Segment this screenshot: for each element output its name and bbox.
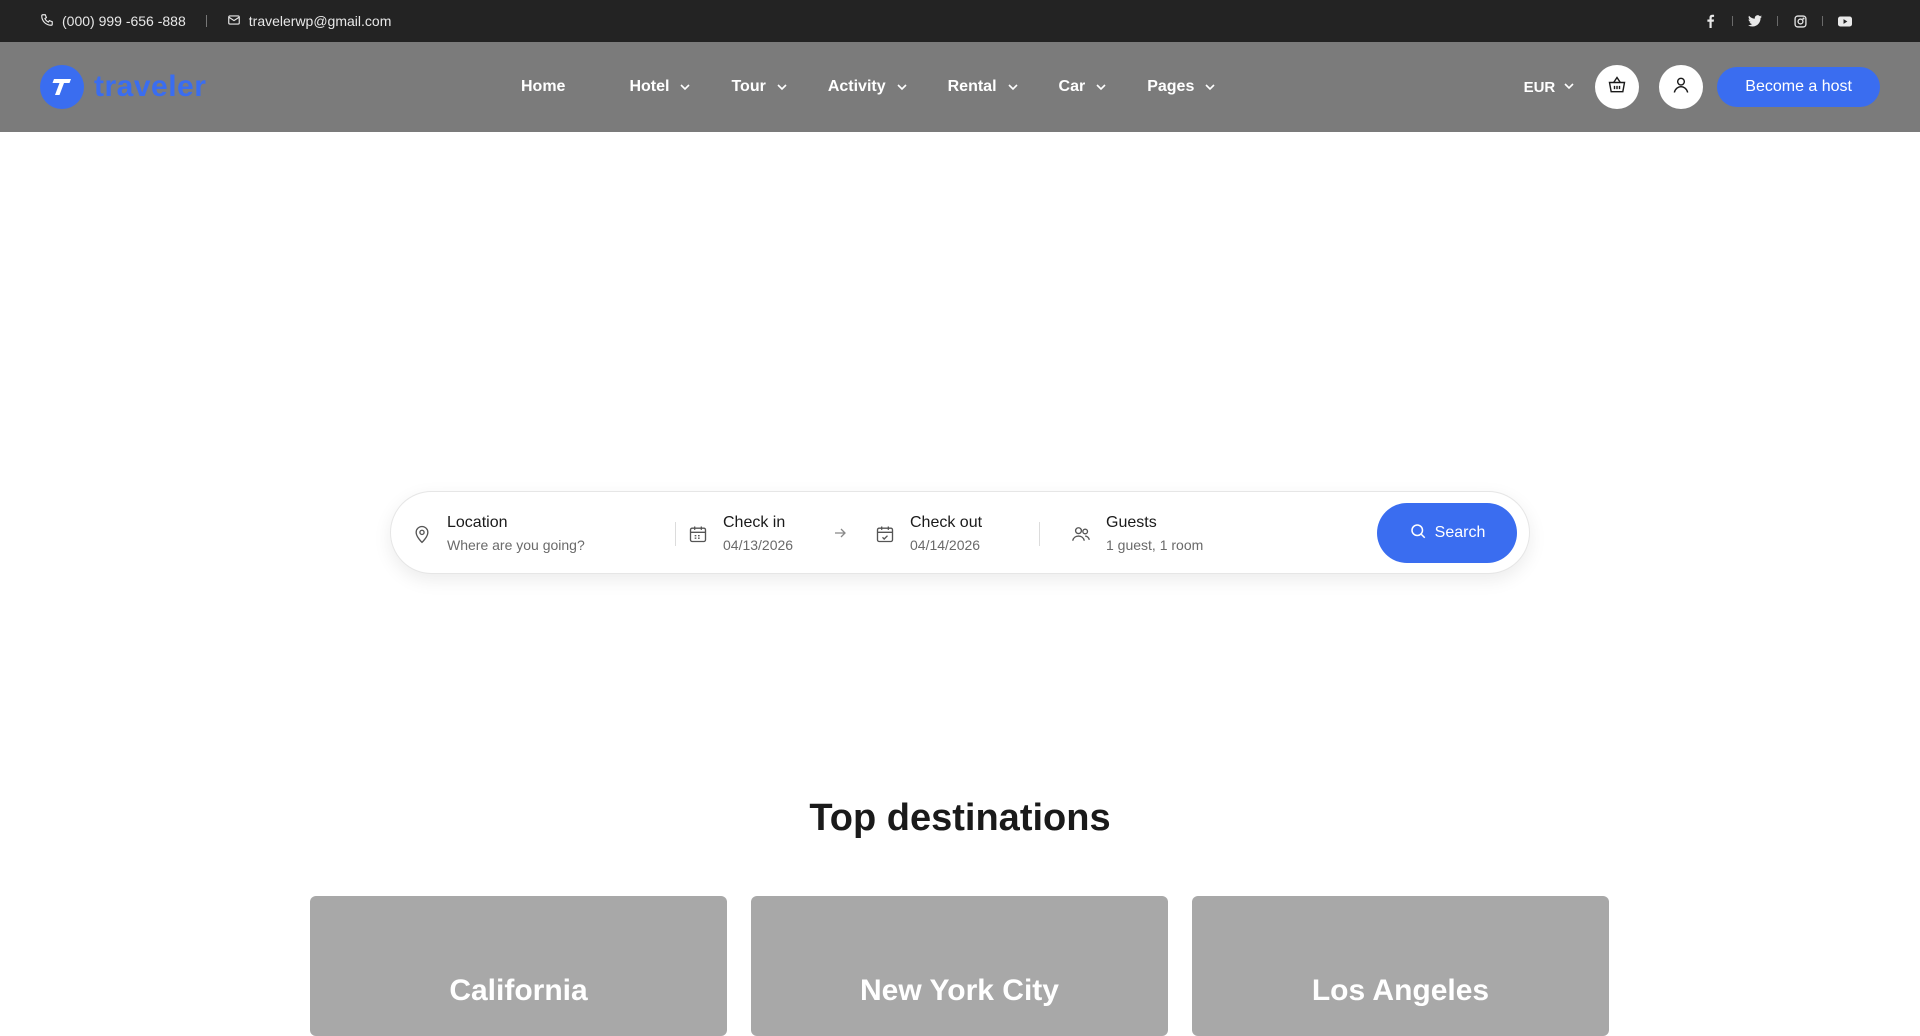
checkin-date: 04/13/2026 — [723, 537, 794, 553]
checkin-field[interactable]: Check in 04/13/2026 — [687, 492, 793, 575]
account-button[interactable] — [1659, 65, 1704, 109]
destination-name: California — [449, 974, 588, 1007]
search-icon — [1409, 522, 1427, 545]
search-bar: Location Where are you going? Check in 0… — [390, 491, 1530, 574]
nav-item-tour[interactable]: Tour — [731, 78, 787, 96]
nav-item-pages[interactable]: Pages — [1147, 78, 1216, 96]
currency-selector[interactable]: EUR — [1524, 79, 1576, 96]
divider — [1777, 16, 1778, 26]
section-title: Top destinations — [809, 797, 1111, 839]
instagram-icon[interactable] — [1793, 14, 1807, 28]
map-pin-icon — [411, 523, 433, 545]
phone-icon — [40, 13, 54, 30]
phone-contact[interactable]: (000) 999 -656 -888 — [40, 13, 186, 30]
calendar-icon — [874, 523, 896, 545]
nav-item-label: Rental — [947, 78, 997, 95]
divider — [1822, 16, 1823, 26]
nav-item-car[interactable]: Car — [1059, 78, 1108, 96]
checkout-date: 04/14/2026 — [910, 537, 981, 553]
destination-card[interactable]: New York City — [751, 896, 1168, 1036]
destination-card[interactable]: Los Angeles — [1192, 896, 1609, 1036]
users-icon — [1070, 523, 1092, 545]
destination-name: New York City — [860, 974, 1059, 1007]
logo-text: traveler — [94, 70, 207, 103]
nav-item-label: Activity — [827, 78, 886, 95]
guests-field[interactable]: Guests 1 guest, 1 room — [1070, 492, 1203, 575]
calendar-icon — [687, 523, 709, 545]
logo-mark — [40, 65, 84, 109]
basket-icon — [1607, 75, 1627, 100]
checkin-text: Check in 04/13/2026 — [723, 514, 793, 553]
chevron-down-icon — [896, 81, 908, 93]
nav-item-label: Car — [1058, 78, 1086, 95]
nav-item-activity[interactable]: Activity — [828, 78, 908, 96]
contact-info: (000) 999 -656 -888 travelerwp@gmail.com — [40, 0, 391, 42]
user-icon — [1671, 75, 1691, 100]
facebook-icon[interactable] — [1703, 14, 1717, 28]
checkin-title: Check in — [723, 514, 786, 531]
location-field[interactable]: Location Where are you going? — [411, 492, 585, 575]
nav-item-label: Hotel — [629, 78, 670, 95]
chevron-down-icon — [1007, 81, 1019, 93]
chevron-down-icon — [1204, 81, 1216, 93]
mail-icon — [227, 13, 241, 30]
checkout-text: Check out 04/14/2026 — [910, 514, 982, 553]
location-text: Location Where are you going? — [447, 514, 585, 553]
chevron-down-icon — [1563, 79, 1575, 96]
currency-label: EUR — [1523, 78, 1556, 96]
divider — [205, 15, 207, 27]
guests-value: 1 guest, 1 room — [1106, 537, 1204, 553]
divider — [1732, 16, 1733, 26]
location-title: Location — [447, 514, 508, 531]
arrow-right-icon — [832, 525, 848, 541]
youtube-icon[interactable] — [1838, 14, 1852, 28]
header-tools: EUR Become a host — [1524, 42, 1880, 132]
location-placeholder: Where are you going? — [447, 537, 585, 553]
nav-item-label: Tour — [731, 78, 766, 95]
top-bar: (000) 999 -656 -888 travelerwp@gmail.com — [0, 0, 1920, 42]
main-nav: Home Hotel Tour Activity Rental Car Page… — [521, 42, 1216, 132]
divider — [1039, 522, 1040, 546]
chevron-down-icon — [1095, 81, 1107, 93]
email-contact[interactable]: travelerwp@gmail.com — [227, 13, 392, 30]
guests-title: Guests — [1106, 514, 1157, 531]
nav-item-hotel[interactable]: Hotel — [629, 78, 691, 96]
guests-text: Guests 1 guest, 1 room — [1106, 514, 1203, 553]
destination-name: Los Angeles — [1311, 974, 1490, 1007]
nav-item-rental[interactable]: Rental — [948, 78, 1019, 96]
nav-item-home[interactable]: Home — [521, 78, 565, 96]
nav-item-label: Pages — [1147, 78, 1195, 95]
search-button-label: Search — [1434, 524, 1486, 541]
cart-button[interactable] — [1595, 65, 1640, 109]
checkout-field[interactable]: Check out 04/14/2026 — [874, 492, 982, 575]
checkout-title: Check out — [910, 514, 983, 531]
twitter-icon[interactable] — [1748, 14, 1762, 28]
site-logo[interactable]: traveler — [40, 65, 206, 109]
chevron-down-icon — [679, 81, 691, 93]
destination-cards: California New York City Los Angeles — [310, 896, 1609, 1036]
divider — [675, 522, 676, 546]
search-button[interactable]: Search — [1377, 503, 1517, 563]
become-host-button[interactable]: Become a host — [1717, 67, 1880, 107]
nav-item-label: Home — [521, 78, 566, 95]
destination-card[interactable]: California — [310, 896, 727, 1036]
main-header: traveler Home Hotel Tour Activity Rental… — [0, 42, 1920, 132]
email-address: travelerwp@gmail.com — [248, 13, 392, 29]
chevron-down-icon — [776, 81, 788, 93]
phone-number: (000) 999 -656 -888 — [62, 13, 186, 29]
social-links — [1703, 0, 1852, 42]
